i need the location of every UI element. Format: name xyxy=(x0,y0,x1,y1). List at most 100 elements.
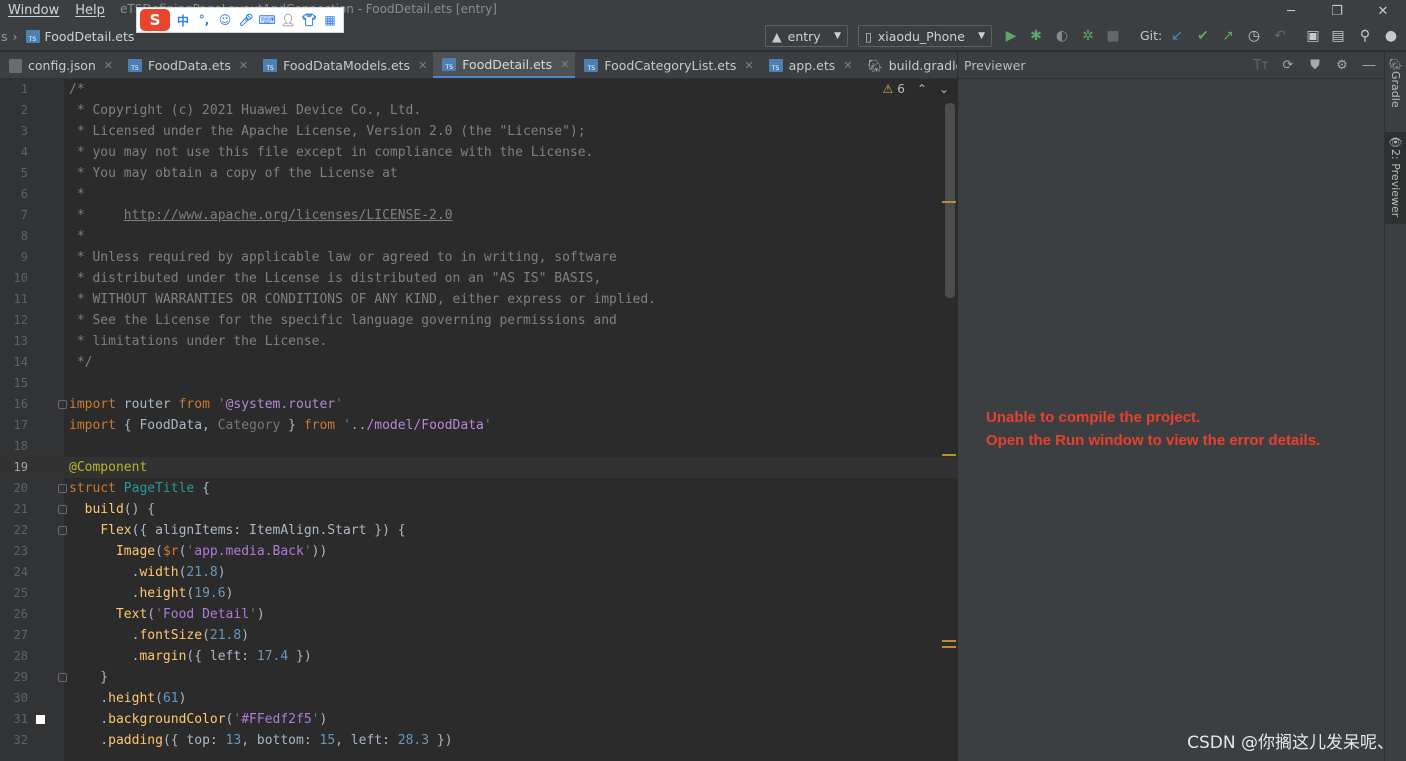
stop-icon[interactable]: ■ xyxy=(1103,26,1123,46)
line-number[interactable]: 12 xyxy=(0,310,28,331)
line-number[interactable]: 30 xyxy=(0,688,28,709)
ime-language-toggle[interactable]: 中 xyxy=(175,12,191,28)
search-icon[interactable]: ⚲ xyxy=(1355,26,1375,46)
line-number[interactable]: 2 xyxy=(0,100,28,121)
close-tab-icon[interactable]: ✕ xyxy=(418,59,427,72)
gradle-tool-button[interactable]: 🐘︎ Gradle xyxy=(1385,58,1406,118)
debug-icon[interactable]: ✱ xyxy=(1026,26,1046,46)
inspector-icon[interactable]: ⛊ xyxy=(1306,56,1324,74)
editor-tab[interactable]: config.json ✕ xyxy=(0,52,119,78)
editor-tab[interactable]: TS FoodCategoryList.ets ✕ xyxy=(575,52,759,78)
minimize-button[interactable]: ─ xyxy=(1268,0,1314,22)
device-select[interactable]: ▯ xiaodu_Phone ▼ xyxy=(858,25,992,47)
code-text: * you may not use this file except in co… xyxy=(69,142,594,163)
close-tab-icon[interactable]: ✕ xyxy=(744,59,753,72)
line-number[interactable]: 19 xyxy=(0,457,28,478)
git-push-icon[interactable]: ↗ xyxy=(1218,26,1238,46)
rollback-icon[interactable]: ↶ xyxy=(1270,26,1290,46)
ime-logo-icon[interactable]: S xyxy=(140,9,170,31)
code-editor[interactable]: 1 /* 2 * Copyright (c) 2021 Huawei Device … xyxy=(0,79,957,761)
line-number[interactable]: 13 xyxy=(0,331,28,352)
line-number[interactable]: 6 xyxy=(0,184,28,205)
git-update-icon[interactable]: ↙ xyxy=(1167,26,1187,46)
line-number[interactable]: 3 xyxy=(0,121,28,142)
ime-user-icon[interactable]: 👤︎ xyxy=(280,12,296,28)
hide-icon[interactable]: ― xyxy=(1360,56,1378,74)
warning-marker[interactable] xyxy=(942,454,956,456)
line-number[interactable]: 28 xyxy=(0,646,28,667)
line-number[interactable]: 32 xyxy=(0,730,28,751)
ime-grid-icon[interactable]: ▦ xyxy=(322,12,338,28)
ime-punctuation-icon[interactable]: °, xyxy=(196,12,212,28)
ime-keyboard-icon[interactable]: ⌨ xyxy=(258,12,275,28)
close-tab-icon[interactable]: ✕ xyxy=(239,59,248,72)
fold-marker-icon[interactable] xyxy=(58,505,67,514)
profile-icon[interactable]: ◐ xyxy=(1052,26,1072,46)
fold-marker-icon[interactable] xyxy=(58,526,67,535)
line-number[interactable]: 24 xyxy=(0,562,28,583)
ime-skin-icon[interactable]: 👕︎ xyxy=(301,12,317,28)
warning-marker[interactable] xyxy=(942,640,956,642)
attach-debugger-icon[interactable]: ✲ xyxy=(1078,26,1098,46)
line-number[interactable]: 23 xyxy=(0,541,28,562)
editor-tab[interactable]: 🐘︎build.gradle (eT⌄ xyxy=(858,52,957,78)
line-number[interactable]: 15 xyxy=(0,373,28,394)
refresh-icon[interactable]: ⟳ xyxy=(1279,56,1297,74)
warning-marker[interactable] xyxy=(942,201,956,203)
code-line: 32 .padding({ top: 13, bottom: 15, left:… xyxy=(0,730,957,751)
inspection-widget[interactable]: ⚠ 6 ⌃ ⌄ xyxy=(882,82,949,96)
git-commit-icon[interactable]: ✔ xyxy=(1193,26,1213,46)
ime-voice-icon[interactable]: 🎤︎ xyxy=(238,12,254,28)
line-number[interactable]: 10 xyxy=(0,268,28,289)
text-size-icon[interactable]: Tт xyxy=(1252,56,1270,74)
close-tab-icon[interactable]: ✕ xyxy=(560,58,569,71)
line-number[interactable]: 26 xyxy=(0,604,28,625)
close-tab-icon[interactable]: ✕ xyxy=(843,59,852,72)
fold-marker-icon[interactable] xyxy=(58,484,67,493)
fold-marker-icon[interactable] xyxy=(58,400,67,409)
line-number[interactable]: 14 xyxy=(0,352,28,373)
line-number[interactable]: 29 xyxy=(0,667,28,688)
line-number[interactable]: 1 xyxy=(0,79,28,100)
menu-window[interactable]: Window xyxy=(0,0,67,22)
editor-tab[interactable]: TS FoodDetail.ets ✕ xyxy=(433,52,576,78)
line-number[interactable]: 4 xyxy=(0,142,28,163)
project-structure-icon[interactable]: ▤ xyxy=(1328,26,1348,46)
line-number[interactable]: 16 xyxy=(0,394,28,415)
next-highlight-icon[interactable]: ⌄ xyxy=(939,82,949,96)
line-number[interactable]: 17 xyxy=(0,415,28,436)
editor-tab[interactable]: TS app.ets ✕ xyxy=(760,52,859,78)
close-tab-icon[interactable]: ✕ xyxy=(104,59,113,72)
menu-help[interactable]: Help xyxy=(67,0,113,22)
editor-tab[interactable]: TS FoodDataModels.ets ✕ xyxy=(254,52,433,78)
prev-highlight-icon[interactable]: ⌃ xyxy=(917,82,927,96)
device-manager-icon[interactable]: ▣ xyxy=(1303,26,1323,46)
line-number[interactable]: 18 xyxy=(0,436,28,457)
line-number[interactable]: 21 xyxy=(0,499,28,520)
fold-marker-icon[interactable] xyxy=(58,673,67,682)
settings-gear-icon[interactable]: ⚙ xyxy=(1333,56,1351,74)
line-number[interactable]: 25 xyxy=(0,583,28,604)
warning-marker[interactable] xyxy=(942,646,956,648)
line-number[interactable]: 7 xyxy=(0,205,28,226)
maximize-button[interactable]: ❐ xyxy=(1314,0,1360,22)
run-icon[interactable]: ▶ xyxy=(1001,26,1021,46)
line-number[interactable]: 20 xyxy=(0,478,28,499)
line-number[interactable]: 9 xyxy=(0,247,28,268)
history-icon[interactable]: ◷ xyxy=(1244,26,1264,46)
account-icon[interactable]: ● xyxy=(1381,26,1401,46)
close-button[interactable]: ✕ xyxy=(1360,0,1406,22)
line-number[interactable]: 22 xyxy=(0,520,28,541)
line-number[interactable]: 8 xyxy=(0,226,28,247)
code-token: 17.4 xyxy=(256,649,289,664)
line-number[interactable]: 11 xyxy=(0,289,28,310)
breadcrumb-file[interactable]: TS FoodDetail.ets xyxy=(25,29,134,44)
ime-emoji-icon[interactable]: ☺ xyxy=(217,12,233,28)
previewer-tool-button[interactable]: 👁︎ 2: Previewer xyxy=(1385,132,1406,224)
editor-tab[interactable]: TS FoodData.ets ✕ xyxy=(119,52,254,78)
line-number[interactable]: 31 xyxy=(0,709,28,730)
line-number[interactable]: 27 xyxy=(0,625,28,646)
module-select[interactable]: ▲ entry ▼ xyxy=(765,25,848,47)
breadcrumb-prefix[interactable]: s xyxy=(1,29,8,44)
line-number[interactable]: 5 xyxy=(0,163,28,184)
